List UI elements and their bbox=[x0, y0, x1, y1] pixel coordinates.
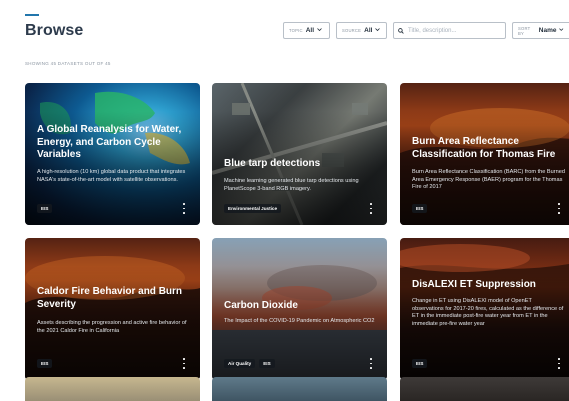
topic-filter-value: All bbox=[305, 27, 315, 34]
card-description: The Impact of the COVID-19 Pandemic on A… bbox=[224, 318, 375, 324]
card-tags: Environmental Justice bbox=[224, 204, 282, 213]
card-tag[interactable]: EIS bbox=[37, 204, 53, 213]
card-tag[interactable]: EIS bbox=[259, 359, 275, 368]
dataset-card-partial[interactable] bbox=[400, 377, 569, 401]
chevron-down-icon bbox=[375, 28, 381, 32]
source-filter-value: All bbox=[364, 27, 373, 34]
header-accent-bar bbox=[25, 14, 39, 16]
more-options-icon[interactable] bbox=[556, 358, 562, 369]
more-options-icon[interactable] bbox=[556, 203, 562, 214]
card-title: DisALEXI ET Suppression bbox=[412, 279, 536, 290]
card-tag[interactable]: Air Quality bbox=[224, 359, 256, 368]
chevron-down-icon bbox=[559, 28, 564, 31]
more-options-icon[interactable] bbox=[181, 358, 187, 369]
card-description: Burn Area Reflectance Classification (BA… bbox=[412, 169, 565, 191]
card-tag[interactable]: Environmental Justice bbox=[224, 204, 282, 213]
dataset-card-partial[interactable] bbox=[212, 377, 387, 401]
search-icon bbox=[398, 27, 404, 34]
card-tags: Air Quality EIS bbox=[224, 359, 275, 368]
more-options-icon[interactable] bbox=[181, 203, 187, 214]
more-options-icon[interactable] bbox=[368, 358, 374, 369]
card-title: A Global Reanalysis for Water, Energy, a… bbox=[37, 124, 182, 160]
results-count: SHOWING 45 DATASETS OUT OF 45 bbox=[25, 61, 111, 66]
card-tag[interactable]: EIS bbox=[412, 359, 428, 368]
card-description: A high-resolution (10 km) global data pr… bbox=[37, 169, 186, 183]
dataset-card[interactable]: Blue tarp detections Machine learning ge… bbox=[212, 83, 387, 225]
sort-label: SORT BY bbox=[518, 25, 531, 36]
dataset-card[interactable]: Carbon Dioxide The Impact of the COVID-1… bbox=[212, 238, 387, 380]
card-title: Blue tarp detections bbox=[224, 158, 321, 169]
card-description: Machine learning generated blue tarp det… bbox=[224, 178, 359, 192]
dataset-card[interactable]: Caldor Fire Behavior and Burn Severity A… bbox=[25, 238, 200, 380]
source-filter-label: SOURCE bbox=[342, 28, 362, 33]
dataset-card[interactable]: DisALEXI ET Suppression Change in ET usi… bbox=[400, 238, 569, 380]
card-tags: EIS bbox=[412, 359, 428, 368]
dataset-card[interactable]: A Global Reanalysis for Water, Energy, a… bbox=[25, 83, 200, 225]
page-title: Browse bbox=[25, 22, 84, 39]
search-input[interactable]: Title, description... bbox=[393, 22, 506, 39]
sort-dropdown[interactable]: SORT BY Name bbox=[512, 22, 569, 39]
card-tags: EIS bbox=[412, 204, 428, 213]
card-title: Caldor Fire Behavior and Burn Severity bbox=[37, 286, 183, 310]
topic-filter-dropdown[interactable]: TOPIC All bbox=[283, 22, 330, 39]
card-title: Burn Area Reflectance Classification for… bbox=[412, 136, 556, 160]
chevron-down-icon bbox=[317, 28, 322, 32]
card-tags: EIS bbox=[37, 204, 53, 213]
search-placeholder: Title, description... bbox=[408, 27, 457, 34]
card-tag[interactable]: EIS bbox=[37, 359, 53, 368]
dataset-card-partial[interactable] bbox=[25, 377, 200, 401]
card-tag[interactable]: EIS bbox=[412, 204, 428, 213]
more-options-icon[interactable] bbox=[368, 203, 374, 214]
card-title: Carbon Dioxide bbox=[224, 300, 298, 311]
source-filter-dropdown[interactable]: SOURCE All bbox=[336, 22, 387, 39]
sort-value: Name bbox=[538, 27, 557, 34]
card-description: Change in ET using DisALEXI model of Ope… bbox=[412, 298, 564, 327]
topic-filter-label: TOPIC bbox=[289, 28, 303, 33]
card-tags: EIS bbox=[37, 359, 53, 368]
dataset-card[interactable]: Burn Area Reflectance Classification for… bbox=[400, 83, 569, 225]
card-description: Assets describing the progression and ac… bbox=[37, 320, 187, 334]
